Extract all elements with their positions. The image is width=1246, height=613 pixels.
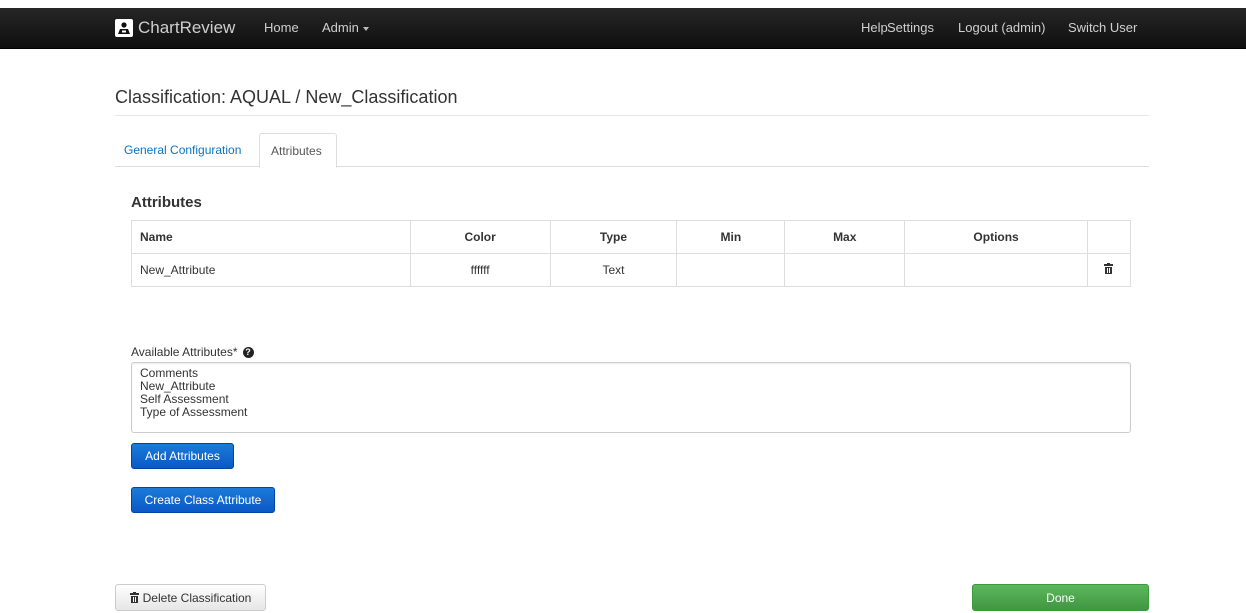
nav-admin-label: Admin [322, 20, 359, 35]
tab-bar: General Configuration Attributes [115, 133, 1149, 168]
cell-max [784, 253, 906, 287]
attributes-heading: Attributes [131, 194, 202, 211]
column-header-color: Color [409, 220, 551, 254]
column-header-actions [1086, 220, 1132, 254]
nav-switch-user-link[interactable]: Switch User [1068, 20, 1137, 35]
nav-logout-link[interactable]: Logout (admin) [958, 20, 1045, 35]
trash-icon [129, 592, 139, 603]
cell-type: Text [549, 253, 678, 287]
table-header-row: Name Color Type Min Max Options [131, 220, 1132, 254]
nav-home-link[interactable]: Home [264, 20, 299, 35]
question-circle-icon[interactable]: ? [242, 346, 254, 358]
available-attributes-select[interactable]: Comments New_Attribute Self Assessment T… [131, 362, 1131, 433]
navbar: ChartReview Home Admin Help Settings Log… [0, 8, 1246, 49]
nav-help-link[interactable]: Help [861, 20, 888, 35]
table-row: New_Attribute ffffff Text [131, 253, 1132, 287]
attributes-table: Name Color Type Min Max Options New_Attr… [131, 220, 1132, 287]
tab-general-configuration[interactable]: General Configuration [115, 133, 250, 167]
delete-classification-button[interactable]: Delete Classification [115, 584, 266, 611]
column-header-options: Options [904, 220, 1088, 254]
available-attribute-option[interactable]: Type of Assessment [140, 406, 1122, 419]
page-title: Classification: AQUAL / New_Classificati… [115, 87, 458, 107]
nav-settings-link[interactable]: Settings [887, 20, 934, 35]
tab-attributes[interactable]: Attributes [259, 133, 337, 168]
available-attribute-option[interactable]: Comments [140, 367, 1122, 380]
add-attributes-button[interactable]: Add Attributes [131, 443, 234, 469]
chevron-down-icon [362, 26, 369, 31]
brand-link[interactable]: ChartReview [115, 17, 235, 39]
brand-name: ChartReview [138, 18, 236, 37]
cell-name: New_Attribute [131, 253, 411, 287]
nav-admin-dropdown[interactable]: Admin [322, 20, 369, 35]
available-attribute-option[interactable]: Self Assessment [140, 393, 1122, 406]
delete-classification-label: Delete Classification [142, 590, 252, 605]
column-header-type: Type [549, 220, 678, 254]
trash-icon[interactable] [1104, 263, 1114, 274]
create-class-attribute-button[interactable]: Create Class Attribute [131, 487, 275, 513]
chart-review-logo-icon [115, 19, 133, 37]
cell-options [904, 253, 1088, 287]
column-header-max: Max [784, 220, 906, 254]
cell-actions [1086, 253, 1132, 287]
title-divider [115, 115, 1149, 116]
available-attributes-label: Available Attributes* [131, 345, 238, 359]
cell-min [676, 253, 786, 287]
available-attribute-option[interactable]: New_Attribute [140, 380, 1122, 393]
cell-color: ffffff [409, 253, 551, 287]
done-button[interactable]: Done [972, 584, 1149, 611]
column-header-min: Min [676, 220, 786, 254]
column-header-name: Name [131, 220, 411, 254]
available-attributes-label-row: Available Attributes* ? [131, 345, 254, 359]
